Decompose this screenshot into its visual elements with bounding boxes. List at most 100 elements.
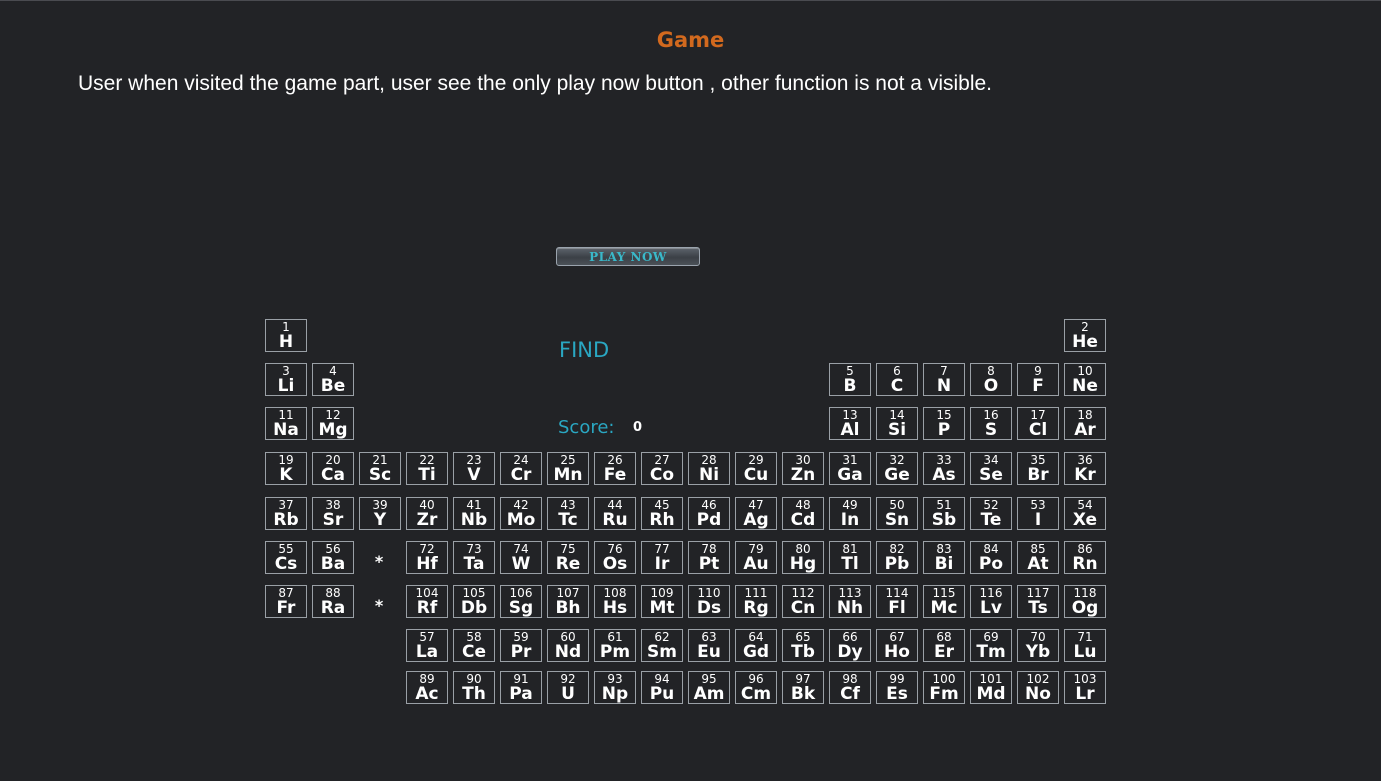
element-cell-pm[interactable]: 61 Pm (594, 629, 636, 662)
element-cell-tb[interactable]: 65 Tb (782, 629, 824, 662)
element-cell-rn[interactable]: 86 Rn (1064, 541, 1106, 574)
element-cell-u[interactable]: 92 U (547, 671, 589, 704)
element-cell-pa[interactable]: 91 Pa (500, 671, 542, 704)
element-cell-pb[interactable]: 82 Pb (876, 541, 918, 574)
element-cell-bh[interactable]: 107 Bh (547, 585, 589, 618)
element-cell-cf[interactable]: 98 Cf (829, 671, 871, 704)
element-cell-sm[interactable]: 62 Sm (641, 629, 683, 662)
element-cell-kr[interactable]: 36 Kr (1064, 452, 1106, 485)
element-cell-eu[interactable]: 63 Eu (688, 629, 730, 662)
element-cell-o[interactable]: 8O (970, 363, 1012, 396)
element-cell-n[interactable]: 7N (923, 363, 965, 396)
element-cell-pd[interactable]: 46 Pd (688, 497, 730, 530)
element-cell-si[interactable]: 14 Si (876, 407, 918, 440)
element-cell-hf[interactable]: 72 Hf (406, 541, 448, 574)
element-cell-fm[interactable]: 100 Fm (923, 671, 965, 704)
element-cell-mo[interactable]: 42 Mo (500, 497, 542, 530)
element-cell-es[interactable]: 99 Es (876, 671, 918, 704)
element-cell-am[interactable]: 95 Am (688, 671, 730, 704)
element-cell-xe[interactable]: 54 Xe (1064, 497, 1106, 530)
element-cell-pu[interactable]: 94 Pu (641, 671, 683, 704)
element-cell-mc[interactable]: 115 Mc (923, 585, 965, 618)
element-cell-au[interactable]: 79 Au (735, 541, 777, 574)
element-cell-pr[interactable]: 59 Pr (500, 629, 542, 662)
element-cell-br[interactable]: 35 Br (1017, 452, 1059, 485)
element-cell-te[interactable]: 52 Te (970, 497, 1012, 530)
element-cell-sb[interactable]: 51 Sb (923, 497, 965, 530)
element-cell-ce[interactable]: 58 Ce (453, 629, 495, 662)
element-cell-in[interactable]: 49 In (829, 497, 871, 530)
element-cell-re[interactable]: 75 Re (547, 541, 589, 574)
element-cell-cr[interactable]: 24 Cr (500, 452, 542, 485)
element-cell-se[interactable]: 34 Se (970, 452, 1012, 485)
element-cell-db[interactable]: 105 Db (453, 585, 495, 618)
element-cell-ag[interactable]: 47 Ag (735, 497, 777, 530)
element-cell-ds[interactable]: 110 Ds (688, 585, 730, 618)
element-cell-rh[interactable]: 45 Rh (641, 497, 683, 530)
element-cell-tl[interactable]: 81 Tl (829, 541, 871, 574)
element-cell-sg[interactable]: 106 Sg (500, 585, 542, 618)
element-cell-fr[interactable]: 87 Fr (265, 585, 307, 618)
element-cell-cs[interactable]: 55 Cs (265, 541, 307, 574)
element-cell-pt[interactable]: 78 Pt (688, 541, 730, 574)
element-cell-ts[interactable]: 117 Ts (1017, 585, 1059, 618)
element-cell-ni[interactable]: 28 Ni (688, 452, 730, 485)
element-cell-cl[interactable]: 17 Cl (1017, 407, 1059, 440)
element-cell-la[interactable]: 57 La (406, 629, 448, 662)
element-cell-fe[interactable]: 26 Fe (594, 452, 636, 485)
element-cell-lu[interactable]: 71 Lu (1064, 629, 1106, 662)
element-cell-tc[interactable]: 43 Tc (547, 497, 589, 530)
element-cell-k[interactable]: 19 K (265, 452, 307, 485)
element-cell-lr[interactable]: 103 Lr (1064, 671, 1106, 704)
element-cell-be[interactable]: 4 Be (312, 363, 354, 396)
element-cell-np[interactable]: 93 Np (594, 671, 636, 704)
element-cell-h[interactable]: 1H (265, 319, 307, 352)
element-cell-mg[interactable]: 12 Mg (312, 407, 354, 440)
element-cell-ra[interactable]: 88 Ra (312, 585, 354, 618)
element-cell-mt[interactable]: 109 Mt (641, 585, 683, 618)
element-cell-w[interactable]: 74 W (500, 541, 542, 574)
element-cell-tm[interactable]: 69 Tm (970, 629, 1012, 662)
element-cell-ba[interactable]: 56 Ba (312, 541, 354, 574)
element-cell-co[interactable]: 27 Co (641, 452, 683, 485)
element-cell-dy[interactable]: 66 Dy (829, 629, 871, 662)
element-cell-na[interactable]: 11 Na (265, 407, 307, 440)
element-cell-ca[interactable]: 20 Ca (312, 452, 354, 485)
element-cell-s[interactable]: 16 S (970, 407, 1012, 440)
element-cell-no[interactable]: 102 No (1017, 671, 1059, 704)
element-cell-b[interactable]: 5B (829, 363, 871, 396)
element-cell-fl[interactable]: 114 Fl (876, 585, 918, 618)
element-cell-li[interactable]: 3 Li (265, 363, 307, 396)
element-cell-y[interactable]: 39 Y (359, 497, 401, 530)
element-cell-ir[interactable]: 77 Ir (641, 541, 683, 574)
element-cell-ti[interactable]: 22 Ti (406, 452, 448, 485)
element-cell-ge[interactable]: 32 Ge (876, 452, 918, 485)
element-cell-f[interactable]: 9F (1017, 363, 1059, 396)
element-cell-os[interactable]: 76 Os (594, 541, 636, 574)
element-cell-bi[interactable]: 83 Bi (923, 541, 965, 574)
element-cell-gd[interactable]: 64 Gd (735, 629, 777, 662)
element-cell-cd[interactable]: 48 Cd (782, 497, 824, 530)
element-cell-nd[interactable]: 60 Nd (547, 629, 589, 662)
element-cell-sr[interactable]: 38 Sr (312, 497, 354, 530)
element-cell-mn[interactable]: 25 Mn (547, 452, 589, 485)
element-cell-rg[interactable]: 111 Rg (735, 585, 777, 618)
element-cell-p[interactable]: 15 P (923, 407, 965, 440)
element-cell-zn[interactable]: 30 Zn (782, 452, 824, 485)
element-cell-nh[interactable]: 113 Nh (829, 585, 871, 618)
element-cell-th[interactable]: 90 Th (453, 671, 495, 704)
element-cell-cu[interactable]: 29 Cu (735, 452, 777, 485)
element-cell-ru[interactable]: 44 Ru (594, 497, 636, 530)
element-cell-po[interactable]: 84 Po (970, 541, 1012, 574)
element-cell-yb[interactable]: 70 Yb (1017, 629, 1059, 662)
element-cell-as[interactable]: 33 As (923, 452, 965, 485)
element-cell-md[interactable]: 101 Md (970, 671, 1012, 704)
element-cell-i[interactable]: 53 I (1017, 497, 1059, 530)
element-cell-cn[interactable]: 112 Cn (782, 585, 824, 618)
element-cell-lv[interactable]: 116 Lv (970, 585, 1012, 618)
element-cell-he[interactable]: 2 He (1064, 319, 1106, 352)
element-cell-rf[interactable]: 104 Rf (406, 585, 448, 618)
element-cell-bk[interactable]: 97 Bk (782, 671, 824, 704)
element-cell-ne[interactable]: 10 Ne (1064, 363, 1106, 396)
element-cell-hs[interactable]: 108 Hs (594, 585, 636, 618)
